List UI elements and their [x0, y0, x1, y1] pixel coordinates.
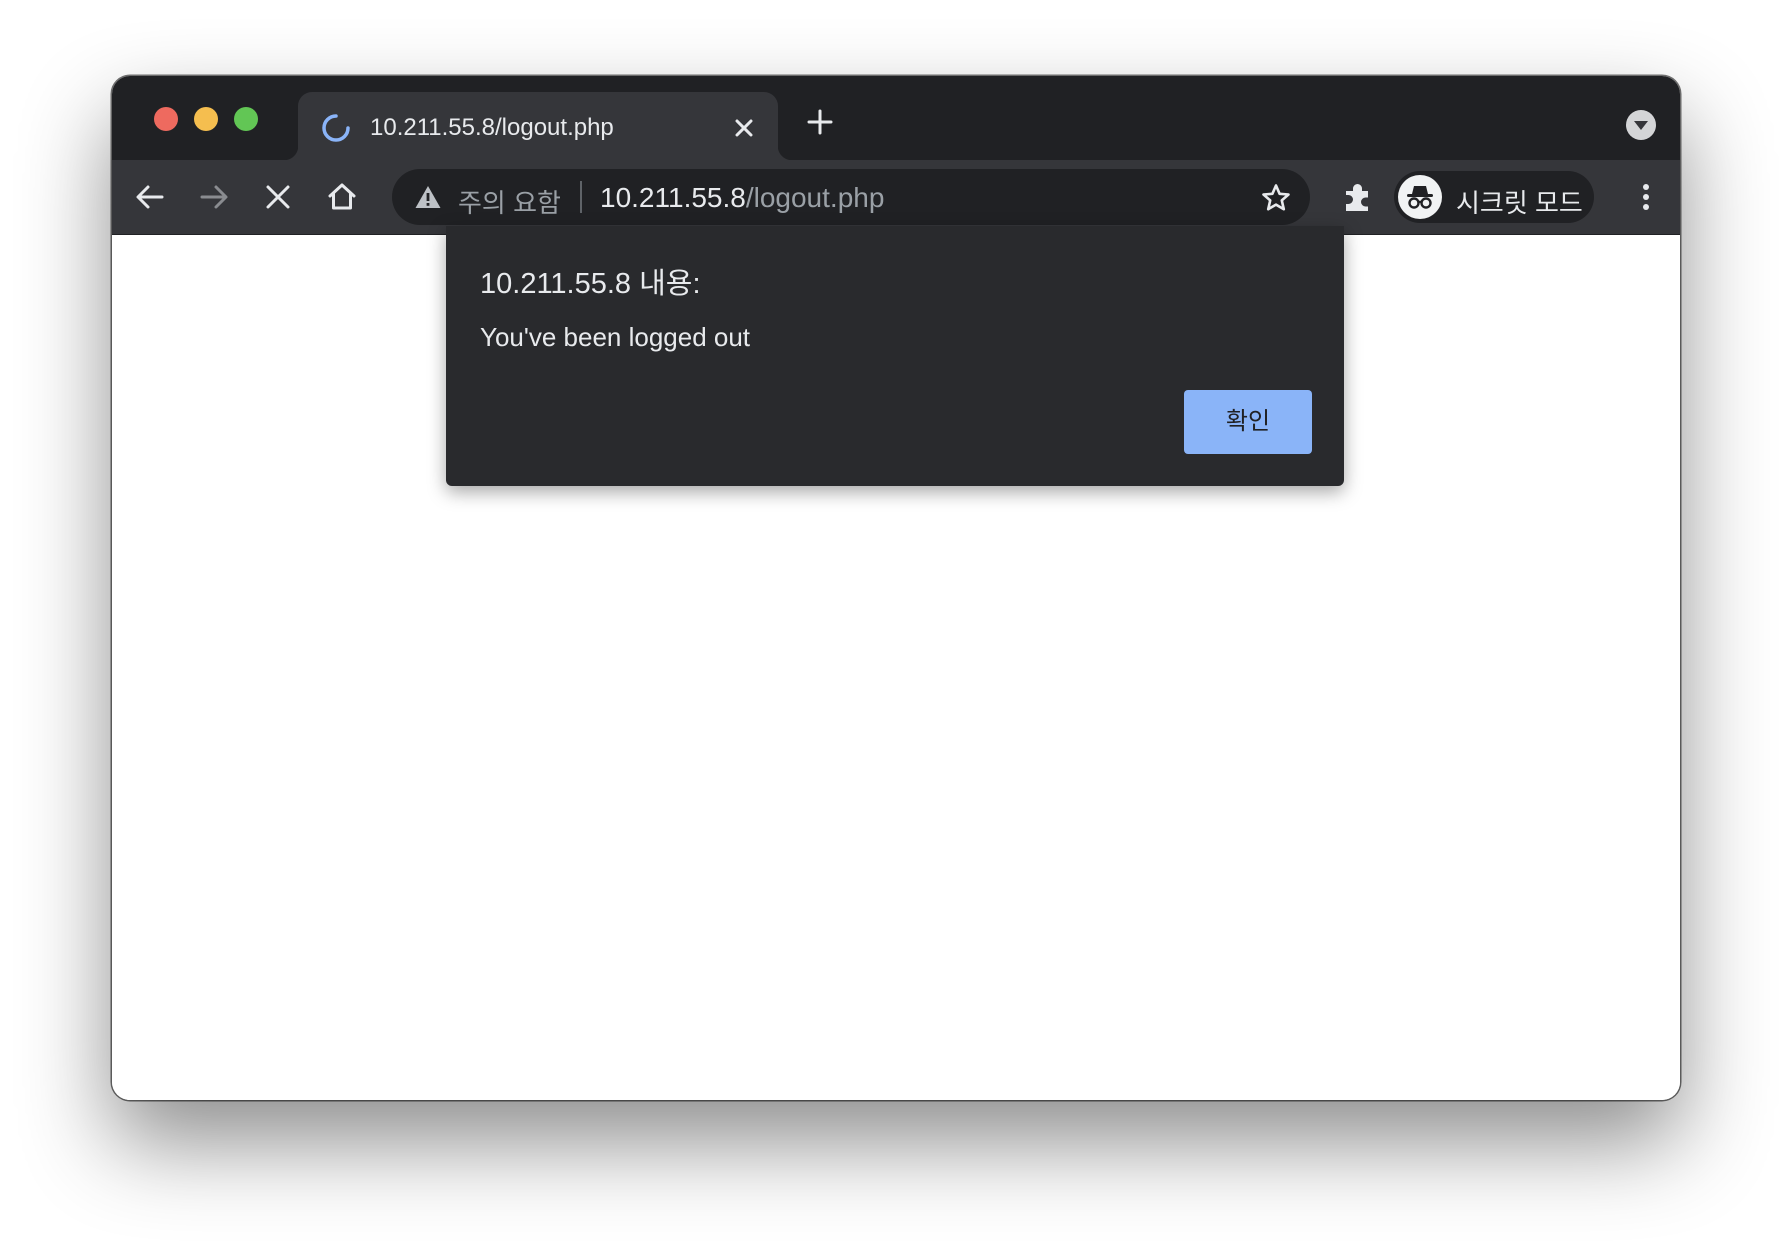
arrow-left-icon [136, 185, 164, 209]
extensions-puzzle-icon[interactable] [1340, 179, 1376, 215]
tab-title: 10.211.55.8/logout.php [370, 114, 614, 141]
stop-icon [266, 185, 290, 209]
divider [580, 181, 582, 213]
browser-window: 10.211.55.8/logout.php 주의 요함 10.211.55.8… [112, 76, 1680, 1100]
zoom-window-button[interactable] [234, 107, 258, 131]
arrow-right-icon [200, 185, 228, 209]
loading-spinner-icon [322, 114, 350, 142]
alert-dialog: 10.211.55.8 내용: You've been logged out 확… [446, 226, 1344, 486]
tab-search-button[interactable] [1626, 110, 1656, 140]
home-icon [328, 183, 356, 210]
minimize-window-button[interactable] [194, 107, 218, 131]
tab-close-icon[interactable] [728, 112, 760, 144]
new-tab-plus-icon[interactable] [804, 106, 836, 138]
home-button[interactable] [322, 177, 362, 217]
bookmark-star-icon[interactable] [1260, 182, 1292, 214]
tab-active[interactable]: 10.211.55.8/logout.php [284, 92, 792, 160]
url-host: 10.211.55.8 [600, 182, 746, 213]
tab-strip: 10.211.55.8/logout.php [112, 76, 1680, 160]
stop-button[interactable] [258, 177, 298, 217]
close-window-button[interactable] [154, 107, 178, 131]
dialog-message: You've been logged out [480, 322, 751, 352]
back-button[interactable] [130, 177, 170, 217]
toolbar: 주의 요함 10.211.55.8/logout.php 시크릿 모드 [112, 160, 1680, 235]
incognito-badge [1398, 175, 1442, 219]
ok-button[interactable]: 확인 [1184, 390, 1312, 454]
dialog-title: 10.211.55.8 내용: [480, 268, 701, 300]
address-bar[interactable]: 주의 요함 10.211.55.8/logout.php [392, 169, 1310, 225]
security-status-label[interactable]: 주의 요함 [458, 183, 561, 220]
kebab-menu-icon[interactable] [1626, 177, 1666, 217]
incognito-label: 시크릿 모드 [1456, 188, 1583, 218]
chevron-down-icon [1634, 121, 1648, 130]
forward-button[interactable] [194, 177, 234, 217]
url-text[interactable]: 10.211.55.8/logout.php [600, 182, 884, 214]
incognito-profile-button[interactable]: 시크릿 모드 [1394, 171, 1594, 223]
warning-triangle-icon[interactable] [414, 184, 442, 210]
incognito-icon [1407, 186, 1433, 209]
url-path: /logout.php [745, 182, 885, 213]
